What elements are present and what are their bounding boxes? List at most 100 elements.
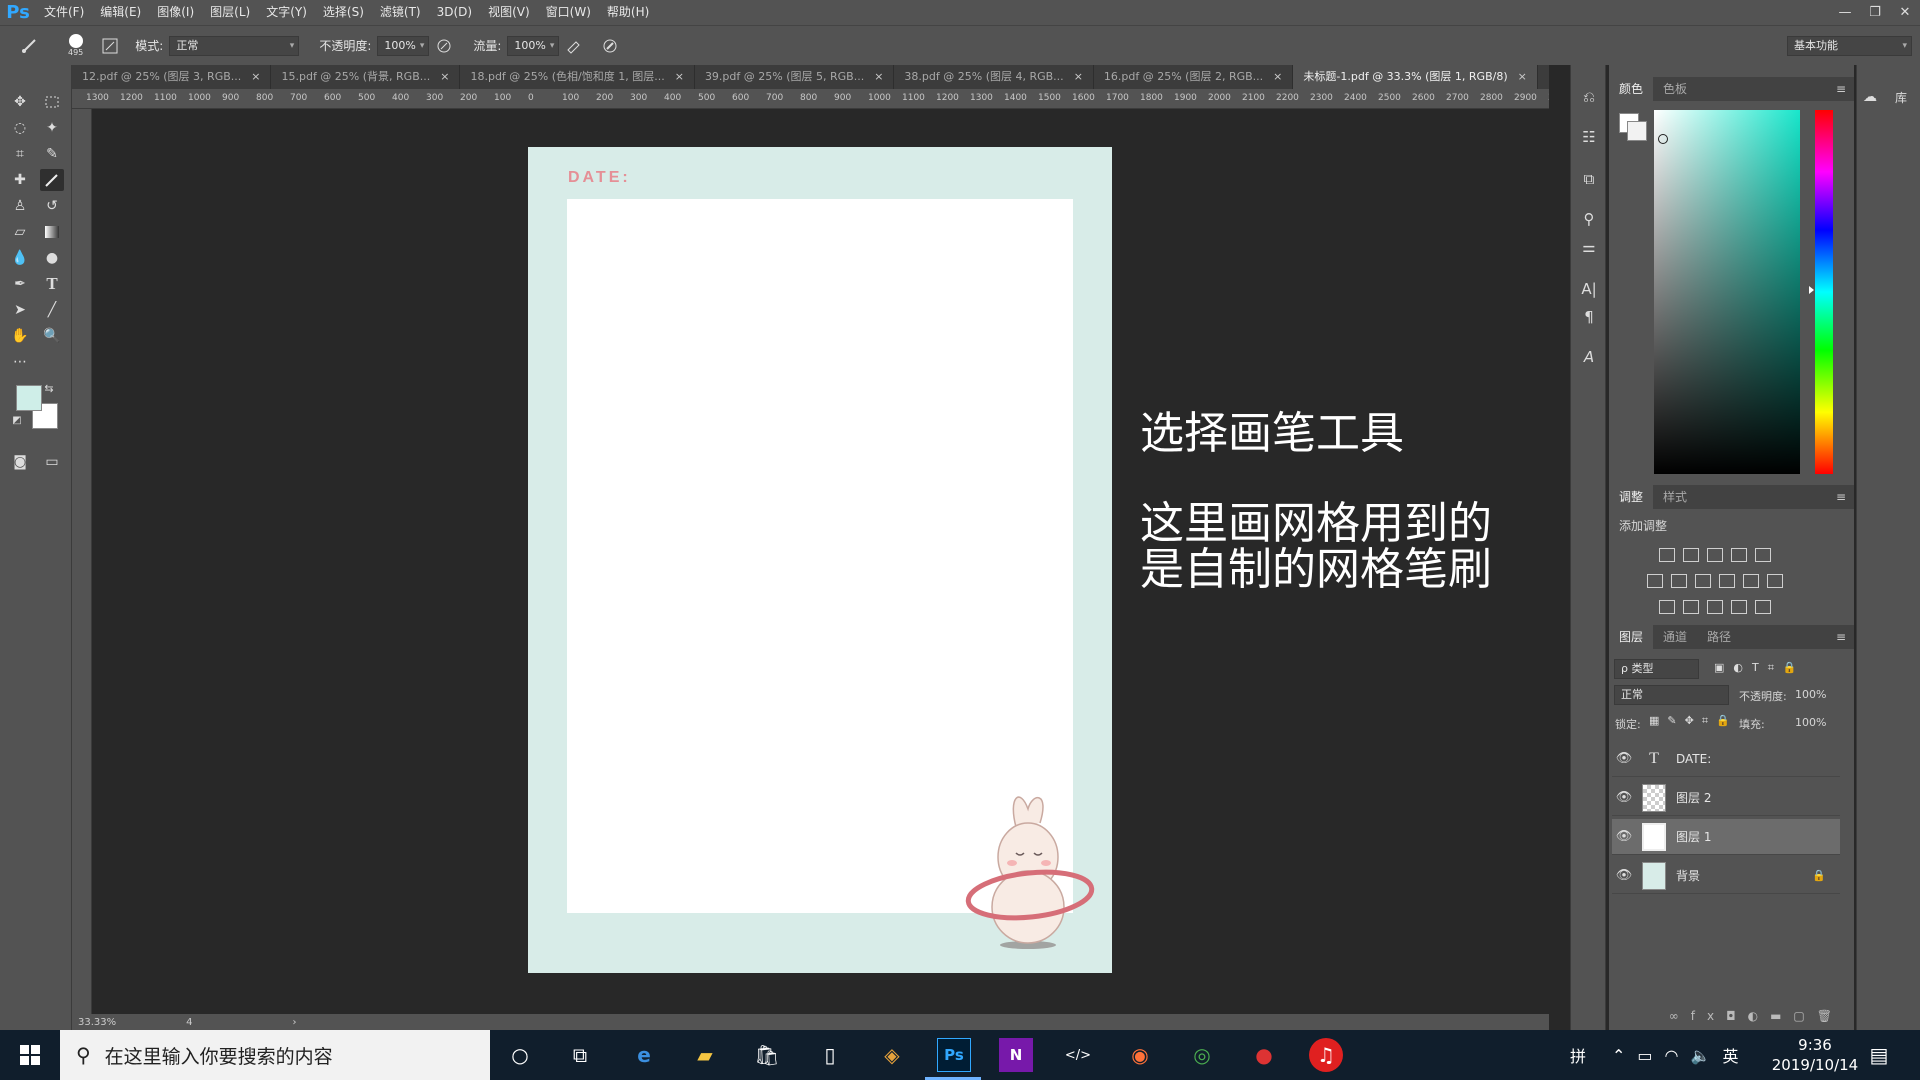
restore-button[interactable]: ❐ (1860, 0, 1890, 25)
gradient-tool-icon[interactable] (40, 221, 64, 243)
layers-footer-icons[interactable]: ∞fx◘◐▬▢🗑 (1609, 1009, 1854, 1023)
hue-slider[interactable] (1809, 110, 1833, 474)
tab-close-icon[interactable]: × (874, 65, 883, 89)
document-tab[interactable]: 38.pdf @ 25% (图层 4, RGB... × (894, 65, 1094, 89)
adjustment-icon[interactable] (1755, 600, 1771, 614)
visibility-eye-icon[interactable]: 👁 (1612, 790, 1636, 805)
layer-row[interactable]: 👁 T DATE: (1612, 741, 1840, 777)
visibility-eye-icon[interactable]: 👁 (1612, 868, 1636, 883)
history-brush-tool-icon[interactable]: ↺ (40, 195, 64, 217)
foreground-color-swatch-top[interactable] (16, 385, 42, 411)
paragraph-panel-icon[interactable]: ¶ (1577, 305, 1601, 329)
opacity-input[interactable]: 100% (377, 35, 430, 56)
menu-item[interactable]: 文件(F) (36, 0, 92, 25)
menu-item[interactable]: 窗口(W) (538, 0, 599, 25)
menu-item[interactable]: 视图(V) (480, 0, 538, 25)
layer-row[interactable]: 👁 图层 2 (1612, 780, 1840, 816)
properties-panel-icon[interactable]: ☷ (1577, 125, 1601, 149)
start-button[interactable] (0, 1030, 60, 1080)
lock-icons[interactable]: ▦✎✥⌗🔒 (1649, 714, 1738, 728)
adjustment-icon[interactable] (1647, 574, 1663, 588)
photoshop-taskbar-icon[interactable]: Ps (937, 1038, 971, 1072)
tab-color[interactable]: 颜色 (1609, 77, 1654, 101)
document-tab[interactable]: 12.pdf @ 25% (图层 3, RGB... × (72, 65, 272, 89)
adjustment-icon[interactable] (1659, 600, 1675, 614)
screen-mode-icon[interactable]: ▭ (40, 451, 64, 473)
line-tool-icon[interactable]: ╱ (40, 299, 64, 321)
swap-colors-icon[interactable]: ⇆ (42, 381, 56, 395)
adjustment-icon[interactable] (1683, 600, 1699, 614)
character-panel-icon[interactable]: A| (1577, 277, 1601, 301)
brush-settings-panel-icon[interactable]: ⚲ (1577, 207, 1601, 231)
libraries-icon[interactable]: ☁ (1863, 89, 1877, 105)
blend-mode-select[interactable]: 正常 (1614, 685, 1729, 705)
airbrush-icon[interactable] (563, 35, 585, 57)
pressure-opacity-icon[interactable] (433, 35, 455, 57)
tab-close-icon[interactable]: × (251, 65, 260, 89)
libraries-label[interactable]: 库 (1895, 89, 1907, 106)
document-tab[interactable]: 39.pdf @ 25% (图层 5, RGB... × (695, 65, 895, 89)
tab-channels[interactable]: 通道 (1653, 625, 1697, 649)
tab-adjustments[interactable]: 调整 (1609, 485, 1654, 509)
document-info[interactable]: 4 (186, 1017, 192, 1028)
brush-panel-icon[interactable] (99, 35, 121, 57)
notepad-icon[interactable]: ▯ (813, 1038, 847, 1072)
lasso-tool-icon[interactable]: ◌ (8, 117, 32, 139)
layer-filter-select[interactable]: ρ 类型 (1614, 659, 1699, 679)
adjustment-icon[interactable] (1707, 600, 1723, 614)
canvas-area[interactable]: DATE: 选择画笔工具 这里画网格用到的 是自制的网格笔刷 (92, 109, 1549, 1014)
document-tab[interactable]: 未标题-1.pdf @ 33.3% (图层 1, RGB/8) × (1293, 65, 1538, 89)
flow-input[interactable]: 100% (507, 35, 560, 56)
file-explorer-icon[interactable]: ▰ (688, 1038, 722, 1072)
chrome-icon[interactable]: ◎ (1185, 1038, 1219, 1072)
hand-tool-icon[interactable]: ✋ (8, 325, 32, 347)
type-tool-icon[interactable]: T (40, 273, 64, 295)
notifications-icon[interactable]: ▤ (1862, 1038, 1896, 1072)
brush-size-picker[interactable]: 495 (68, 34, 83, 57)
brush-tool-icon[interactable] (40, 169, 64, 191)
blur-tool-icon[interactable]: 💧 (8, 247, 32, 269)
adjustment-icon[interactable] (1659, 548, 1675, 562)
fill-value[interactable]: 100% (1795, 716, 1826, 729)
adjustment-icon[interactable] (1755, 548, 1771, 562)
layer-opacity-value[interactable]: 100% (1795, 688, 1826, 701)
network-icon[interactable]: ◠ (1665, 1046, 1679, 1065)
adjustments-panel-menu-icon[interactable]: ≡ (1836, 485, 1846, 509)
volume-icon[interactable]: 🔈 (1691, 1046, 1711, 1065)
store-icon[interactable]: 🛍 (750, 1038, 784, 1072)
tab-close-icon[interactable]: × (440, 65, 449, 89)
color-picker-cursor[interactable] (1658, 134, 1668, 144)
more-tools-icon[interactable]: ⋯ (8, 351, 32, 373)
colorful-app-icon[interactable]: ◈ (875, 1038, 909, 1072)
zoom-tool-icon[interactable]: 🔍 (40, 325, 64, 347)
mode-select[interactable]: 正常 (169, 35, 300, 56)
menu-item[interactable]: 3D(D) (429, 0, 480, 25)
layer-filter-icons[interactable]: ▣◐T⌗🔒 (1714, 661, 1806, 675)
layer-row[interactable]: 👁 背景 🔒 (1612, 858, 1840, 894)
music-app-icon[interactable]: ● (1247, 1038, 1281, 1072)
quick-mask-icon[interactable]: ◙ (8, 451, 32, 473)
netease-music-icon[interactable]: ♫ (1309, 1038, 1343, 1072)
layers-panel-menu-icon[interactable]: ≡ (1836, 625, 1846, 649)
marquee-tool-icon[interactable] (40, 91, 64, 113)
tab-swatches[interactable]: 色板 (1653, 77, 1697, 101)
default-colors-icon[interactable]: ◩ (10, 413, 24, 427)
document-canvas[interactable]: DATE: (528, 147, 1112, 973)
adjustment-icon[interactable] (1743, 574, 1759, 588)
battery-icon[interactable]: ▭ (1637, 1046, 1652, 1065)
adjustment-icon[interactable] (1707, 548, 1723, 562)
pressure-size-icon[interactable] (599, 35, 621, 57)
onenote-icon[interactable]: N (999, 1038, 1033, 1072)
taskbar-search[interactable]: ⚲ 在这里输入你要搜索的内容 (60, 1030, 490, 1080)
tab-layers[interactable]: 图层 (1609, 625, 1654, 649)
brush-presets-panel-icon[interactable]: ⚌ (1577, 235, 1601, 259)
menu-item[interactable]: 帮助(H) (599, 0, 657, 25)
adjustment-icon[interactable] (1731, 548, 1747, 562)
adjustment-icon[interactable] (1731, 600, 1747, 614)
zoom-level[interactable]: 33.33% (78, 1017, 116, 1028)
move-tool-icon[interactable]: ✥ (8, 91, 32, 113)
ime-mode[interactable]: 拼 (1570, 1043, 1586, 1067)
document-tab[interactable]: 16.pdf @ 25% (图层 2, RGB... × (1094, 65, 1294, 89)
glyphs-panel-icon[interactable]: A (1577, 345, 1601, 369)
clone-stamp-tool-icon[interactable]: ♙ (8, 195, 32, 217)
